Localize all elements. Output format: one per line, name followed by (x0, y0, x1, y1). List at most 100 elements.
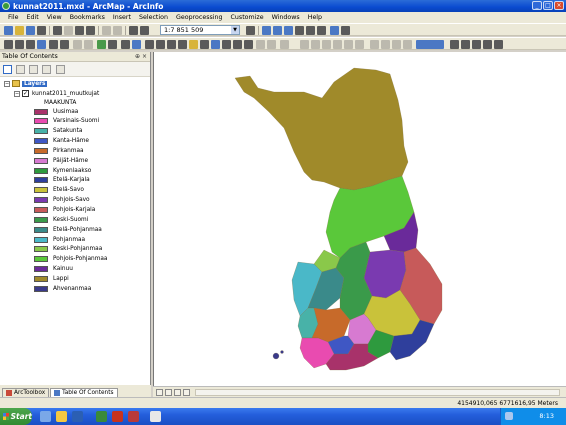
legend-swatch[interactable] (34, 266, 48, 273)
legend-class-row[interactable]: Keski-Suomi (34, 215, 88, 224)
zoom-to-layer-icon[interactable] (461, 40, 470, 49)
legend-swatch[interactable] (34, 138, 48, 145)
snapping-icon[interactable] (450, 40, 459, 49)
find-icon[interactable] (145, 40, 154, 49)
copy-icon[interactable] (64, 26, 73, 35)
pan-icon[interactable] (26, 40, 35, 49)
horizontal-scrollbar[interactable] (195, 389, 560, 396)
print-icon[interactable] (37, 26, 46, 35)
map-scale-input[interactable]: 1:7 851 509 ▼ (160, 25, 240, 35)
legend-class-row[interactable]: Keski-Pohjanmaa (34, 245, 102, 254)
legend-swatch[interactable] (34, 285, 48, 292)
menu-bookmarks[interactable]: Bookmarks (66, 14, 109, 21)
draw-icon[interactable] (256, 40, 265, 49)
save-icon[interactable] (26, 26, 35, 35)
menu-customize[interactable]: Customize (227, 14, 268, 21)
whats-this-icon[interactable] (330, 26, 339, 35)
menu-selection[interactable]: Selection (135, 14, 172, 21)
swipe-icon[interactable] (472, 40, 481, 49)
create-viewer-icon[interactable] (211, 40, 220, 49)
pause-drawing-icon[interactable] (183, 389, 190, 396)
flicker-icon[interactable] (483, 40, 492, 49)
explorer-icon[interactable] (56, 411, 67, 422)
layers-root-label[interactable]: Layers (22, 80, 48, 87)
fixed-zoom-out-icon[interactable] (60, 40, 69, 49)
back-extent-icon[interactable] (73, 40, 82, 49)
html-popup-icon[interactable] (189, 40, 198, 49)
layout-pan-icon[interactable] (233, 40, 242, 49)
acrobat-icon[interactable] (112, 411, 123, 422)
start-button[interactable]: Start (0, 408, 32, 425)
list-by-drawing-order-icon[interactable] (3, 65, 12, 74)
legend-swatch[interactable] (34, 256, 48, 263)
powerpoint-icon[interactable] (128, 411, 139, 422)
select-elements-icon[interactable] (121, 40, 130, 49)
menu-insert[interactable]: Insert (109, 14, 135, 21)
layer-row[interactable]: − ✓ kunnat2011_muutkujat (14, 89, 99, 98)
legend-class-row[interactable]: Uusimaa (34, 107, 78, 116)
legend-swatch[interactable] (34, 207, 48, 213)
help-icon[interactable] (341, 26, 350, 35)
refresh-icon[interactable] (174, 389, 181, 396)
editor-toolbar-icon[interactable] (246, 26, 255, 35)
list-by-visibility-icon[interactable] (29, 65, 38, 74)
menu-help[interactable]: Help (304, 14, 326, 21)
legend-class-row[interactable]: Lappi (34, 274, 69, 283)
python-icon[interactable] (306, 26, 315, 35)
toc-header-controls[interactable]: ⊕ × (135, 53, 147, 60)
network-icon[interactable] (505, 412, 513, 420)
legend-class-row[interactable]: Etelä-Savo (34, 186, 84, 195)
legend-swatch[interactable] (34, 177, 48, 184)
collapse-icon[interactable]: − (14, 90, 20, 97)
legend-swatch[interactable] (34, 216, 48, 223)
menu-windows[interactable]: Windows (268, 14, 304, 21)
legend-class-row[interactable]: Päijät-Häme (34, 156, 88, 165)
time-slider-icon[interactable] (200, 40, 209, 49)
text-icon[interactable] (267, 40, 276, 49)
legend-class-row[interactable]: Pohjois-Karjala (34, 206, 95, 215)
delete-icon[interactable] (86, 26, 95, 35)
legend-class-row[interactable]: Pohjanmaa (34, 235, 85, 244)
clear-selection-icon[interactable] (108, 40, 117, 49)
legend-swatch[interactable] (34, 147, 48, 154)
new-document-icon[interactable] (4, 26, 13, 35)
toc-options-icon[interactable] (56, 65, 65, 74)
search-window-icon[interactable] (284, 26, 293, 35)
forward-extent-icon[interactable] (84, 40, 93, 49)
topology-icon[interactable] (392, 40, 401, 49)
sketch-icon[interactable] (311, 40, 320, 49)
reshape-icon[interactable] (333, 40, 342, 49)
model-builder-icon[interactable] (317, 26, 326, 35)
menu-geoprocessing[interactable]: Geoprocessing (172, 14, 227, 21)
identify-icon[interactable] (132, 40, 141, 49)
zoom-out-icon[interactable] (15, 40, 24, 49)
hyperlink-icon[interactable] (178, 40, 187, 49)
legend-class-row[interactable]: Pohjois-Savo (34, 196, 90, 205)
maximize-button[interactable]: □ (543, 1, 553, 10)
legend-class-row[interactable]: Ahvenanmaa (34, 284, 91, 293)
legend-class-row[interactable]: Pohjois-Pohjanmaa (34, 255, 108, 264)
fixed-zoom-in-icon[interactable] (49, 40, 58, 49)
list-by-selection-icon[interactable] (42, 65, 51, 74)
legend-class-row[interactable]: Pirkanmaa (34, 146, 84, 155)
zoom-in-icon[interactable] (4, 40, 13, 49)
full-extent-icon[interactable] (37, 40, 46, 49)
legend-class-row[interactable]: Kanta-Häme (34, 137, 89, 146)
layout-view-icon[interactable] (165, 389, 172, 396)
close-button[interactable]: × (554, 1, 564, 10)
layer-name[interactable]: kunnat2011_muutkujat (32, 91, 99, 97)
legend-class-row[interactable]: Kainuu (34, 265, 73, 274)
effects-icon[interactable] (494, 40, 503, 49)
menu-edit[interactable]: Edit (23, 14, 43, 21)
table-of-contents-icon[interactable] (262, 26, 271, 35)
catalog-icon[interactable] (273, 26, 282, 35)
georef-icon[interactable] (280, 40, 289, 49)
tab-arctoolbox[interactable]: ArcToolbox (2, 388, 50, 397)
vertex-icon[interactable] (322, 40, 331, 49)
legend-swatch[interactable] (34, 275, 48, 282)
add-data-icon[interactable] (129, 26, 138, 35)
legend-swatch[interactable] (34, 118, 48, 125)
legend-class-row[interactable]: Etelä-Pohjanmaa (34, 225, 102, 234)
menu-file[interactable]: File (4, 14, 23, 21)
editor-tools-icon[interactable] (300, 40, 309, 49)
